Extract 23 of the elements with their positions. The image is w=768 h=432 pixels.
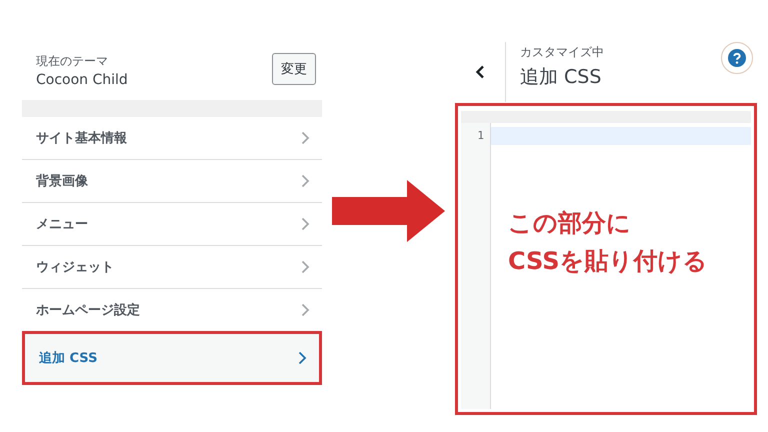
theme-caption: 現在のテーマ	[36, 53, 109, 70]
menu-item[interactable]: 背景画像	[22, 160, 322, 203]
chevron-icon	[301, 303, 310, 317]
panel-caption: カスタマイズ中	[520, 44, 605, 61]
help-button[interactable]	[721, 42, 753, 74]
code-editor[interactable]: 1 この部分に CSSを貼り付ける	[455, 103, 757, 415]
chevron-icon	[301, 260, 310, 274]
menu-item[interactable]: 追加 CSS	[22, 331, 322, 385]
chevron-icon	[301, 131, 310, 145]
chevron-icon	[301, 217, 310, 231]
help-icon	[728, 49, 746, 67]
menu-item[interactable]: メニュー	[22, 203, 322, 246]
line-number: 1	[476, 128, 485, 144]
chevron-icon	[301, 174, 310, 188]
annotation-text: この部分に	[508, 208, 632, 238]
change-button[interactable]: 変更	[272, 53, 316, 85]
theme-name: Cocoon Child	[36, 72, 128, 88]
menu-item[interactable]: サイト基本情報	[22, 117, 322, 160]
back-icon	[475, 65, 485, 79]
panel-title: 追加 CSS	[520, 65, 602, 90]
annotation-text: CSSを貼り付ける	[508, 246, 708, 276]
chevron-icon	[298, 351, 307, 365]
menu-item[interactable]: ウィジェット	[22, 246, 322, 289]
